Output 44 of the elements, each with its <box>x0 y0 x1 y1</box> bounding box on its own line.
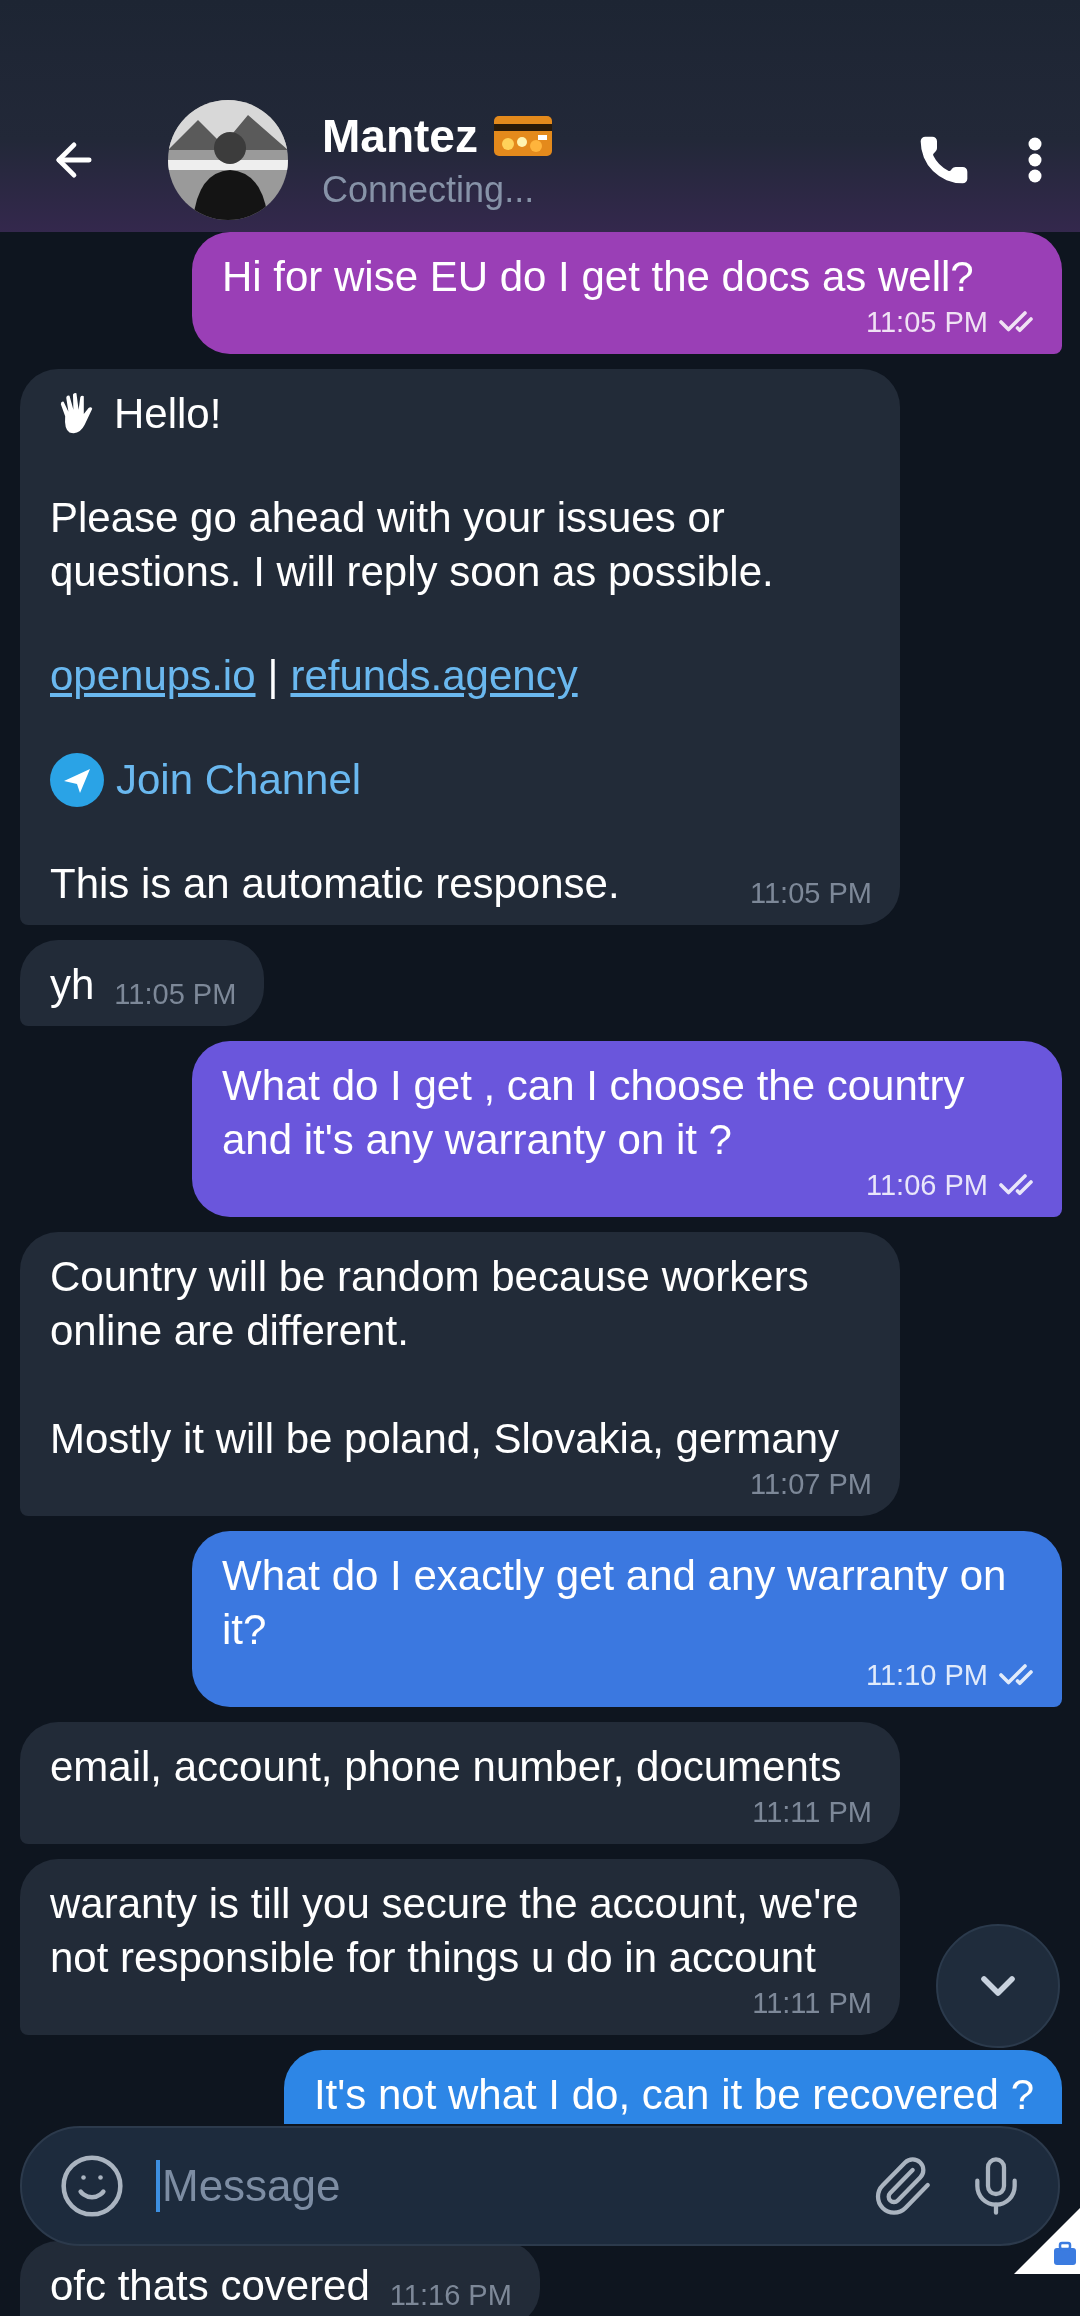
message-time: 11:05 PM <box>114 977 237 1012</box>
message-text: waranty is till you secure the account, we're not responsible for things u do in account <box>50 1879 860 1983</box>
message-input-bar[interactable]: Message <box>20 2126 1060 2246</box>
send-circle-icon <box>50 753 104 807</box>
message-time: 11:05 PM <box>866 305 988 340</box>
message-text: It's not what I do, can it be recovered ? <box>313 2070 1034 2120</box>
more-icon <box>1028 137 1042 183</box>
incoming-message-bubble[interactable]: Country will be random because workers online are different. Mostly it will be poland, Slovakia, germany 11:07 PM <box>20 1232 900 1516</box>
message-text: yh <box>50 960 95 1010</box>
message-time: 11:11 PM <box>752 1795 872 1830</box>
join-channel-link[interactable]: Join Channel <box>116 753 362 807</box>
incoming-message-bubble[interactable]: yh 11:05 PM <box>20 940 265 1026</box>
incoming-message-bubble[interactable]: email, account, phone number, documents 11:11 PM <box>20 1722 900 1844</box>
link[interactable]: refunds.agency <box>290 649 578 703</box>
briefcase-corner-icon[interactable] <box>1014 2208 1080 2274</box>
message-text: Hello! <box>114 389 222 439</box>
message-time: 11:07 PM <box>750 1467 872 1502</box>
incoming-message-bubble[interactable]: ofc thats covered 11:16 PM <box>20 2241 540 2316</box>
outgoing-message-bubble[interactable]: It's not what I do, can it be recovered ? <box>283 2050 1062 2124</box>
message-text: email, account, phone number, documents <box>50 1742 842 1792</box>
message-time: 11:11 PM <box>752 1986 872 2021</box>
emoji-icon[interactable] <box>58 2152 126 2220</box>
incoming-message-bubble[interactable]: waranty is till you secure the account, we're not responsible for things u do in account 11:11 PM <box>20 1859 900 2035</box>
card-icon <box>493 116 552 156</box>
separator-text: | <box>267 651 279 701</box>
outgoing-message-bubble[interactable]: Hi for wise EU do I get the docs as well? 11:05 PM <box>192 232 1062 354</box>
message-text: What do I exactly get and any warranty on it? <box>222 1551 1008 1655</box>
link[interactable]: openups.io <box>50 649 256 703</box>
message-time: 11:10 PM <box>866 1658 988 1693</box>
outgoing-message-bubble[interactable]: What do I get , can I choose the country and it's any warranty on it ? 11:06 PM <box>192 1041 1062 1217</box>
outgoing-message-bubble[interactable]: What do I exactly get and any warranty on it? 11:10 PM <box>192 1531 1062 1707</box>
incoming-message-bubble[interactable]: Hello! Please go ahead with your issues or questions. I will reply soon as possible. openups.io | refunds.agency Join Channel This is an automatic response. 11:05 PM <box>20 369 900 925</box>
message-time: 11:06 PM <box>866 1168 988 1203</box>
message-text: This is an automatic response. <box>50 859 620 909</box>
message-text: Country will be random because workers online are different. Mostly it will be poland, Slovakia, germany <box>50 1252 841 1464</box>
contact-name: Mantez <box>322 109 478 163</box>
message-field[interactable]: Message <box>156 2160 840 2212</box>
message-text: Please go ahead with your issues or questions. I will reply soon as possible. <box>50 493 775 597</box>
connection-status: Connecting... <box>322 169 536 211</box>
message-time: 11:05 PM <box>750 876 872 911</box>
message-text: ofc thats covered <box>50 2261 370 2311</box>
message-text: Hi for wise EU do I get the docs as well? <box>222 252 974 302</box>
message-time: 11:16 PM <box>389 2278 512 2313</box>
message-text: What do I get , can I choose the country and it's any warranty on it ? <box>222 1061 966 1165</box>
